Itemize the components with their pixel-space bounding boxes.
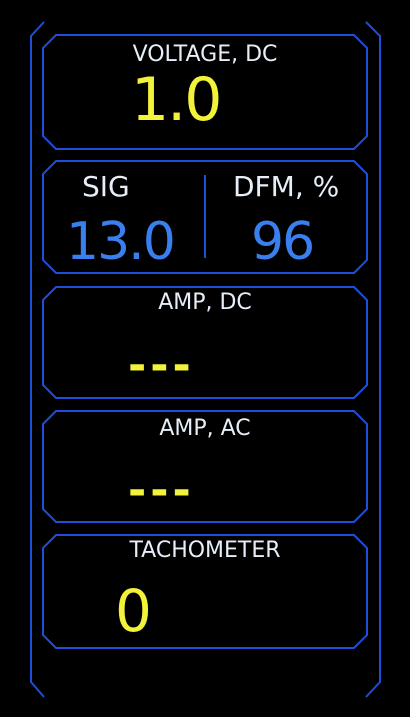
- sig-value: 13.0: [66, 212, 176, 272]
- outer-frame-right: [365, 21, 381, 698]
- voltage-dc-label: VOLTAGE, DC: [132, 42, 278, 67]
- amp-ac-label: AMP, AC: [159, 416, 251, 441]
- dfm-value: 96: [251, 212, 315, 272]
- amp-dc-value: ---: [128, 340, 195, 391]
- tachometer-value: 0: [115, 577, 152, 645]
- dfm-label: DFM, %: [233, 170, 340, 203]
- amp-dc-label: AMP, DC: [158, 290, 252, 315]
- tachometer-label: TACHOMETER: [129, 538, 281, 563]
- amp-ac-value: ---: [128, 465, 195, 516]
- voltage-dc-value: 1.0: [131, 65, 222, 135]
- sig-label: SIG: [82, 170, 130, 203]
